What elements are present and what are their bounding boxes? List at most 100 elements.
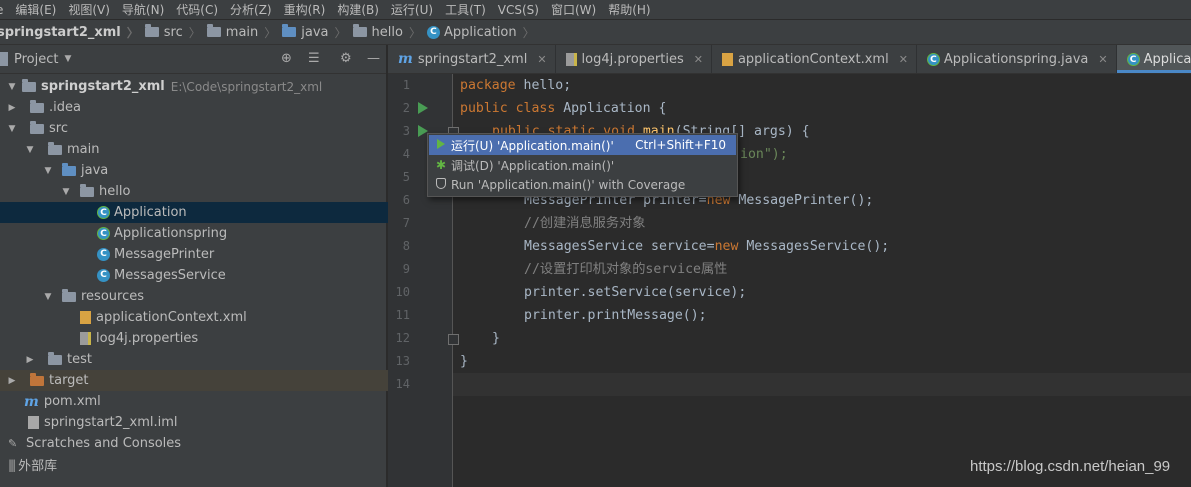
tab-label: Application.java <box>1143 51 1191 67</box>
menu-vcs[interactable]: VCS(S) <box>492 3 545 17</box>
code-token: ion"); <box>740 147 788 162</box>
tree-item-test[interactable]: ▶ test <box>0 349 410 370</box>
menu-window[interactable]: 窗口(W) <box>545 1 602 18</box>
tree-item-label: Scratches and Consoles <box>26 436 182 451</box>
xml-file-icon <box>721 52 733 66</box>
fold-icon[interactable] <box>448 334 459 345</box>
tab-applicationspring[interactable]: C Applicationspring.java ✕ <box>917 45 1117 73</box>
code-line: ion"); <box>740 143 788 166</box>
run-gutter-icon[interactable] <box>418 102 428 114</box>
tree-item-resources[interactable]: ▼ resources <box>0 286 428 307</box>
menu-item-coverage[interactable]: Run 'Application.main()' with Coverage <box>429 175 736 195</box>
gear-icon[interactable]: ⚙ <box>340 51 352 66</box>
scratches-icon: ✎ <box>8 436 18 450</box>
tree-item-path: E:\Code\springstart2_xml <box>170 79 323 94</box>
tree-item-external-libraries[interactable]: ||| 外部库 <box>0 454 394 475</box>
code-token: hello; <box>515 78 572 93</box>
tab-label: applicationContext.xml <box>737 51 889 67</box>
chevron-down-icon[interactable]: ▼ <box>6 82 18 92</box>
menu-item-label: 调试(D) 'Application.main()' <box>451 158 615 173</box>
menu-analyze[interactable]: 分析(Z) <box>224 1 278 18</box>
tree-item-scratches[interactable]: ✎ Scratches and Consoles <box>0 433 394 454</box>
menu-edit[interactable]: 编辑(E) <box>9 1 62 18</box>
tree-item-label: springstart2_xml <box>41 79 165 94</box>
package-icon <box>352 24 367 37</box>
shortcut-label: Ctrl+Shift+F10 <box>635 138 726 152</box>
collapse-all-icon[interactable]: ☰ <box>308 51 320 66</box>
menu-run[interactable]: 运行(U) <box>385 1 439 18</box>
tree-item-main[interactable]: ▼ main <box>0 139 410 160</box>
breadcrumb-project[interactable]: springstart2_xml 〉 <box>0 24 145 41</box>
chevron-right-icon: 〉 <box>408 25 421 40</box>
close-icon[interactable]: ✕ <box>1098 53 1107 66</box>
menu-tools[interactable]: 工具(T) <box>439 1 492 18</box>
dropdown-arrow-icon[interactable]: ▼ <box>64 54 71 64</box>
code-line: } <box>492 331 500 346</box>
menu-bar: e 编辑(E) 视图(V) 导航(N) 代码(C) 分析(Z) 重构(R) 构建… <box>0 0 1191 19</box>
tab-label: springstart2_xml <box>417 51 528 67</box>
watermark: https://blog.csdn.net/heian_99 <box>970 458 1171 475</box>
close-icon[interactable]: ✕ <box>694 53 703 66</box>
tab-applicationcontext[interactable]: applicationContext.xml ✕ <box>712 45 917 73</box>
tree-item-label: Applicationspring <box>114 226 228 241</box>
chevron-down-icon[interactable]: ▼ <box>42 166 54 176</box>
tree-item-label: src <box>49 121 68 136</box>
close-icon[interactable]: ✕ <box>899 53 908 66</box>
tree-item-root[interactable]: ▼ springstart2_xml E:\Code\springstart2_xm… <box>0 76 392 97</box>
project-panel-title[interactable]: Project <box>14 52 58 67</box>
chevron-right-icon[interactable]: ▶ <box>6 376 18 386</box>
menu-item-label: Run 'Application.main()' with Coverage <box>451 178 686 192</box>
maven-icon: m <box>24 393 39 410</box>
hide-icon[interactable]: — <box>367 51 380 66</box>
menu-view[interactable]: 视图(V) <box>62 1 116 18</box>
tab-log4j[interactable]: log4j.properties ✕ <box>556 45 712 73</box>
menu-file[interactable]: e <box>0 3 9 17</box>
project-view-icon <box>0 52 8 66</box>
chevron-right-icon[interactable]: ▶ <box>24 355 36 365</box>
chevron-down-icon[interactable]: ▼ <box>60 187 72 197</box>
code-token: MessagePrinter(); <box>730 193 874 208</box>
code-token: MessagesService service= <box>524 239 715 254</box>
menu-item-run[interactable]: 运行(U) 'Application.main()' Ctrl+Shift+F1… <box>429 135 736 155</box>
tree-item-label: MessagePrinter <box>114 247 215 262</box>
iml-file-icon <box>28 416 39 429</box>
code-token: Application { <box>555 101 667 116</box>
breadcrumb-hello[interactable]: hello 〉 <box>352 24 427 41</box>
tree-item-pom[interactable]: m pom.xml <box>0 391 410 412</box>
tree-item-hello[interactable]: ▼ hello <box>0 181 446 202</box>
menu-help[interactable]: 帮助(H) <box>602 1 656 18</box>
tab-pom[interactable]: m springstart2_xml ✕ <box>388 45 556 73</box>
chevron-right-icon: 〉 <box>334 25 347 40</box>
tree-item-label: springstart2_xml.iml <box>44 415 178 430</box>
tree-item-iml[interactable]: springstart2_xml.iml <box>0 412 414 433</box>
line-number: 11 <box>395 308 410 322</box>
tree-item-java[interactable]: ▼ java <box>0 160 428 181</box>
properties-file-icon <box>80 332 91 345</box>
menu-navigate[interactable]: 导航(N) <box>116 1 170 18</box>
close-icon[interactable]: ✕ <box>537 53 546 66</box>
code-token: package <box>460 78 516 93</box>
locate-icon[interactable]: ⊕ <box>281 51 292 66</box>
chevron-right-icon[interactable]: ▶ <box>6 103 18 113</box>
menu-build[interactable]: 构建(B) <box>331 1 385 18</box>
breadcrumb-main[interactable]: main 〉 <box>206 24 283 41</box>
tree-item-idea[interactable]: ▶ .idea <box>0 97 392 118</box>
tab-application[interactable]: CApplication.java✕ <box>1116 45 1191 73</box>
tree-item-target[interactable]: ▶ target <box>0 370 392 391</box>
tree-item-label: applicationContext.xml <box>96 310 247 325</box>
tree-item-src[interactable]: ▼ src <box>0 118 392 139</box>
coverage-icon <box>431 178 451 192</box>
maven-icon: m <box>398 51 413 67</box>
breadcrumb-java[interactable]: java 〉 <box>282 24 352 41</box>
menu-item-debug[interactable]: ✱ 调试(D) 'Application.main()' <box>429 155 736 175</box>
chevron-right-icon: 〉 <box>188 25 201 40</box>
menu-code[interactable]: 代码(C) <box>170 1 224 18</box>
menu-refactor[interactable]: 重构(R) <box>278 1 332 18</box>
chevron-down-icon[interactable]: ▼ <box>42 292 54 302</box>
chevron-right-icon: 〉 <box>522 25 535 40</box>
line-number: 7 <box>402 216 410 230</box>
breadcrumb-application[interactable]: C Application 〉 <box>426 24 541 41</box>
chevron-down-icon[interactable]: ▼ <box>6 124 18 134</box>
chevron-down-icon[interactable]: ▼ <box>24 145 36 155</box>
breadcrumb-src[interactable]: src 〉 <box>144 24 207 41</box>
